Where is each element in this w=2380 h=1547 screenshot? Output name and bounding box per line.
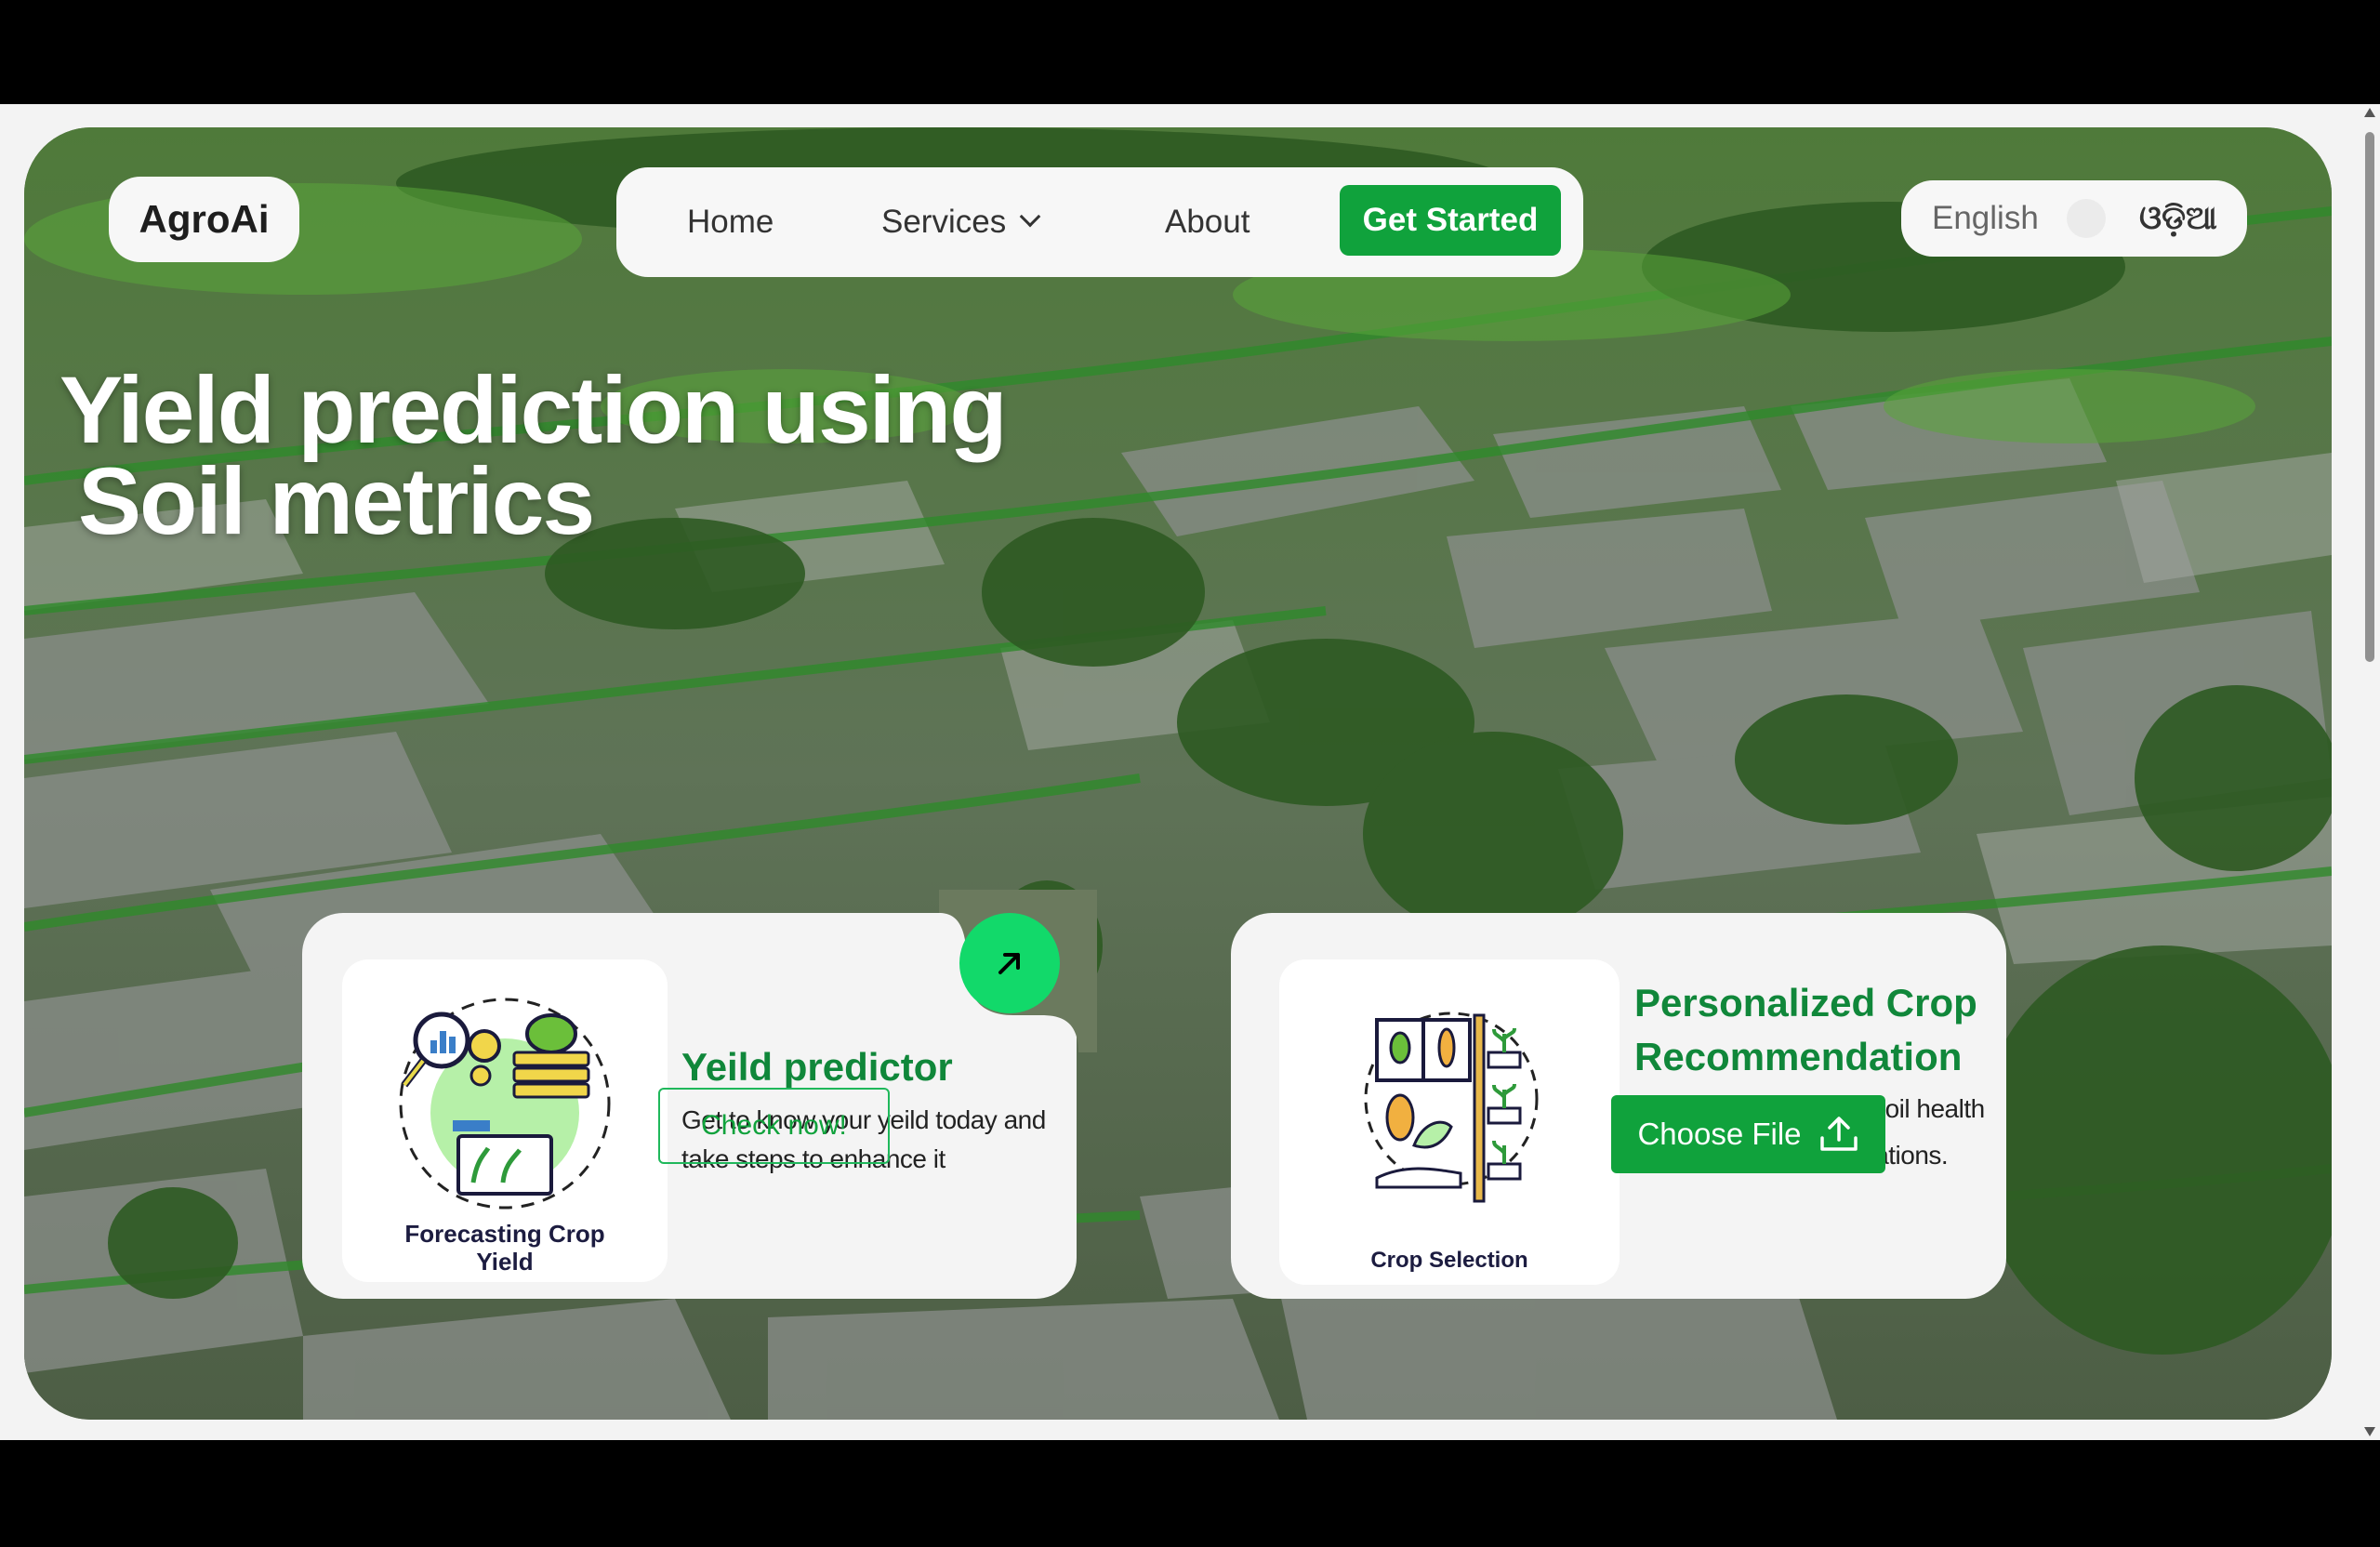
hero-title-line2: Soil metrics bbox=[78, 448, 595, 554]
crop-illustration-box: Crop Selection bbox=[1279, 959, 1620, 1285]
nav-about-link[interactable]: About bbox=[1165, 167, 1250, 277]
language-switcher: English ଓଡ଼ିଆ bbox=[1901, 180, 2247, 257]
yield-illustration-caption-1: Forecasting Crop bbox=[404, 1220, 605, 1248]
nav-home-link[interactable]: Home bbox=[687, 167, 774, 277]
arrow-up-right-icon bbox=[998, 953, 1020, 974]
main-nav: Home Services About Get Started bbox=[616, 167, 1583, 277]
yield-illustration-box: Forecasting Crop Yield bbox=[342, 959, 668, 1282]
open-yield-predictor-button[interactable] bbox=[959, 913, 1060, 1013]
hero-title: Yield prediction using Soil metrics bbox=[60, 363, 1175, 554]
language-odia-option[interactable]: ଓଡ଼ିଆ bbox=[2139, 180, 2217, 257]
browser-viewport: AgroAi Home Services About Get Started E… bbox=[0, 104, 2380, 1440]
chevron-down-icon bbox=[1019, 205, 1041, 228]
logo[interactable]: AgroAi bbox=[109, 177, 299, 262]
check-now-button[interactable]: Check now! bbox=[658, 1088, 890, 1164]
vertical-scrollbar[interactable] bbox=[2360, 104, 2380, 1440]
nav-services-dropdown[interactable]: Services bbox=[881, 167, 1041, 277]
upload-icon bbox=[1819, 1117, 1858, 1151]
nav-services-label: Services bbox=[881, 204, 1007, 240]
choose-file-label: Choose File bbox=[1637, 1117, 1802, 1151]
get-started-button[interactable]: Get Started bbox=[1340, 185, 1561, 256]
choose-file-button[interactable]: Choose File bbox=[1611, 1095, 1885, 1173]
yield-illustration-caption-2: Yield bbox=[476, 1248, 534, 1276]
yield-card-title: Yeild predictor bbox=[681, 1045, 953, 1089]
scroll-down-arrow-icon[interactable] bbox=[2364, 1427, 2375, 1436]
crop-illustration-caption: Crop Selection bbox=[1370, 1248, 1528, 1273]
hero-title-line1: Yield prediction using bbox=[60, 357, 1008, 463]
crop-card-title: Personalized Crop Recommendation bbox=[1634, 981, 1977, 1078]
crop-selection-illustration bbox=[1364, 1012, 1539, 1203]
forecasting-crop-illustration bbox=[399, 998, 611, 1210]
language-toggle-knob[interactable] bbox=[2067, 199, 2106, 238]
scroll-up-arrow-icon[interactable] bbox=[2364, 108, 2375, 117]
language-english-option[interactable]: English bbox=[1932, 180, 2039, 257]
scrollbar-thumb[interactable] bbox=[2365, 132, 2374, 662]
